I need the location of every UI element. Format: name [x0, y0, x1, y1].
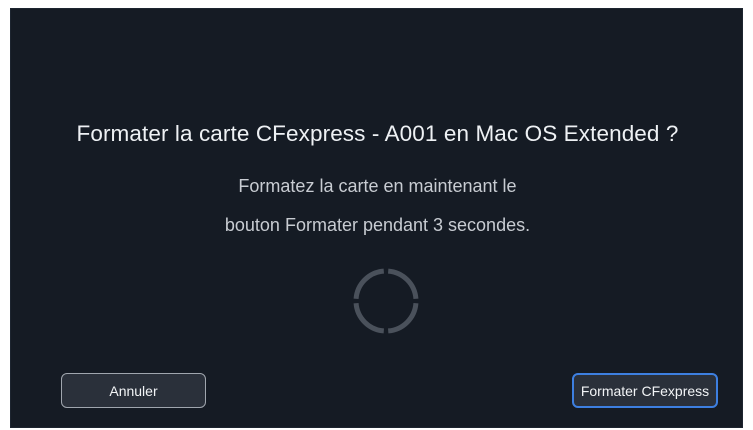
format-dialog: Formater la carte CFexpress - A001 en Ma… [10, 8, 743, 428]
progress-ring-segment [353, 268, 385, 300]
progress-ring-segment [387, 268, 419, 300]
message-line-2: bouton Formater pendant 3 secondes. [224, 215, 531, 235]
format-cfexpress-button[interactable]: Formater CFexpress [572, 373, 718, 408]
message-line-1: Formatez la carte en maintenant le [238, 176, 517, 196]
progress-ring-icon [353, 268, 419, 334]
progress-ring-segment [353, 302, 385, 334]
dialog-title: Formater la carte CFexpress - A001 en Ma… [76, 121, 679, 146]
cancel-button[interactable]: Annuler [61, 373, 206, 408]
progress-ring-segment [387, 302, 419, 334]
